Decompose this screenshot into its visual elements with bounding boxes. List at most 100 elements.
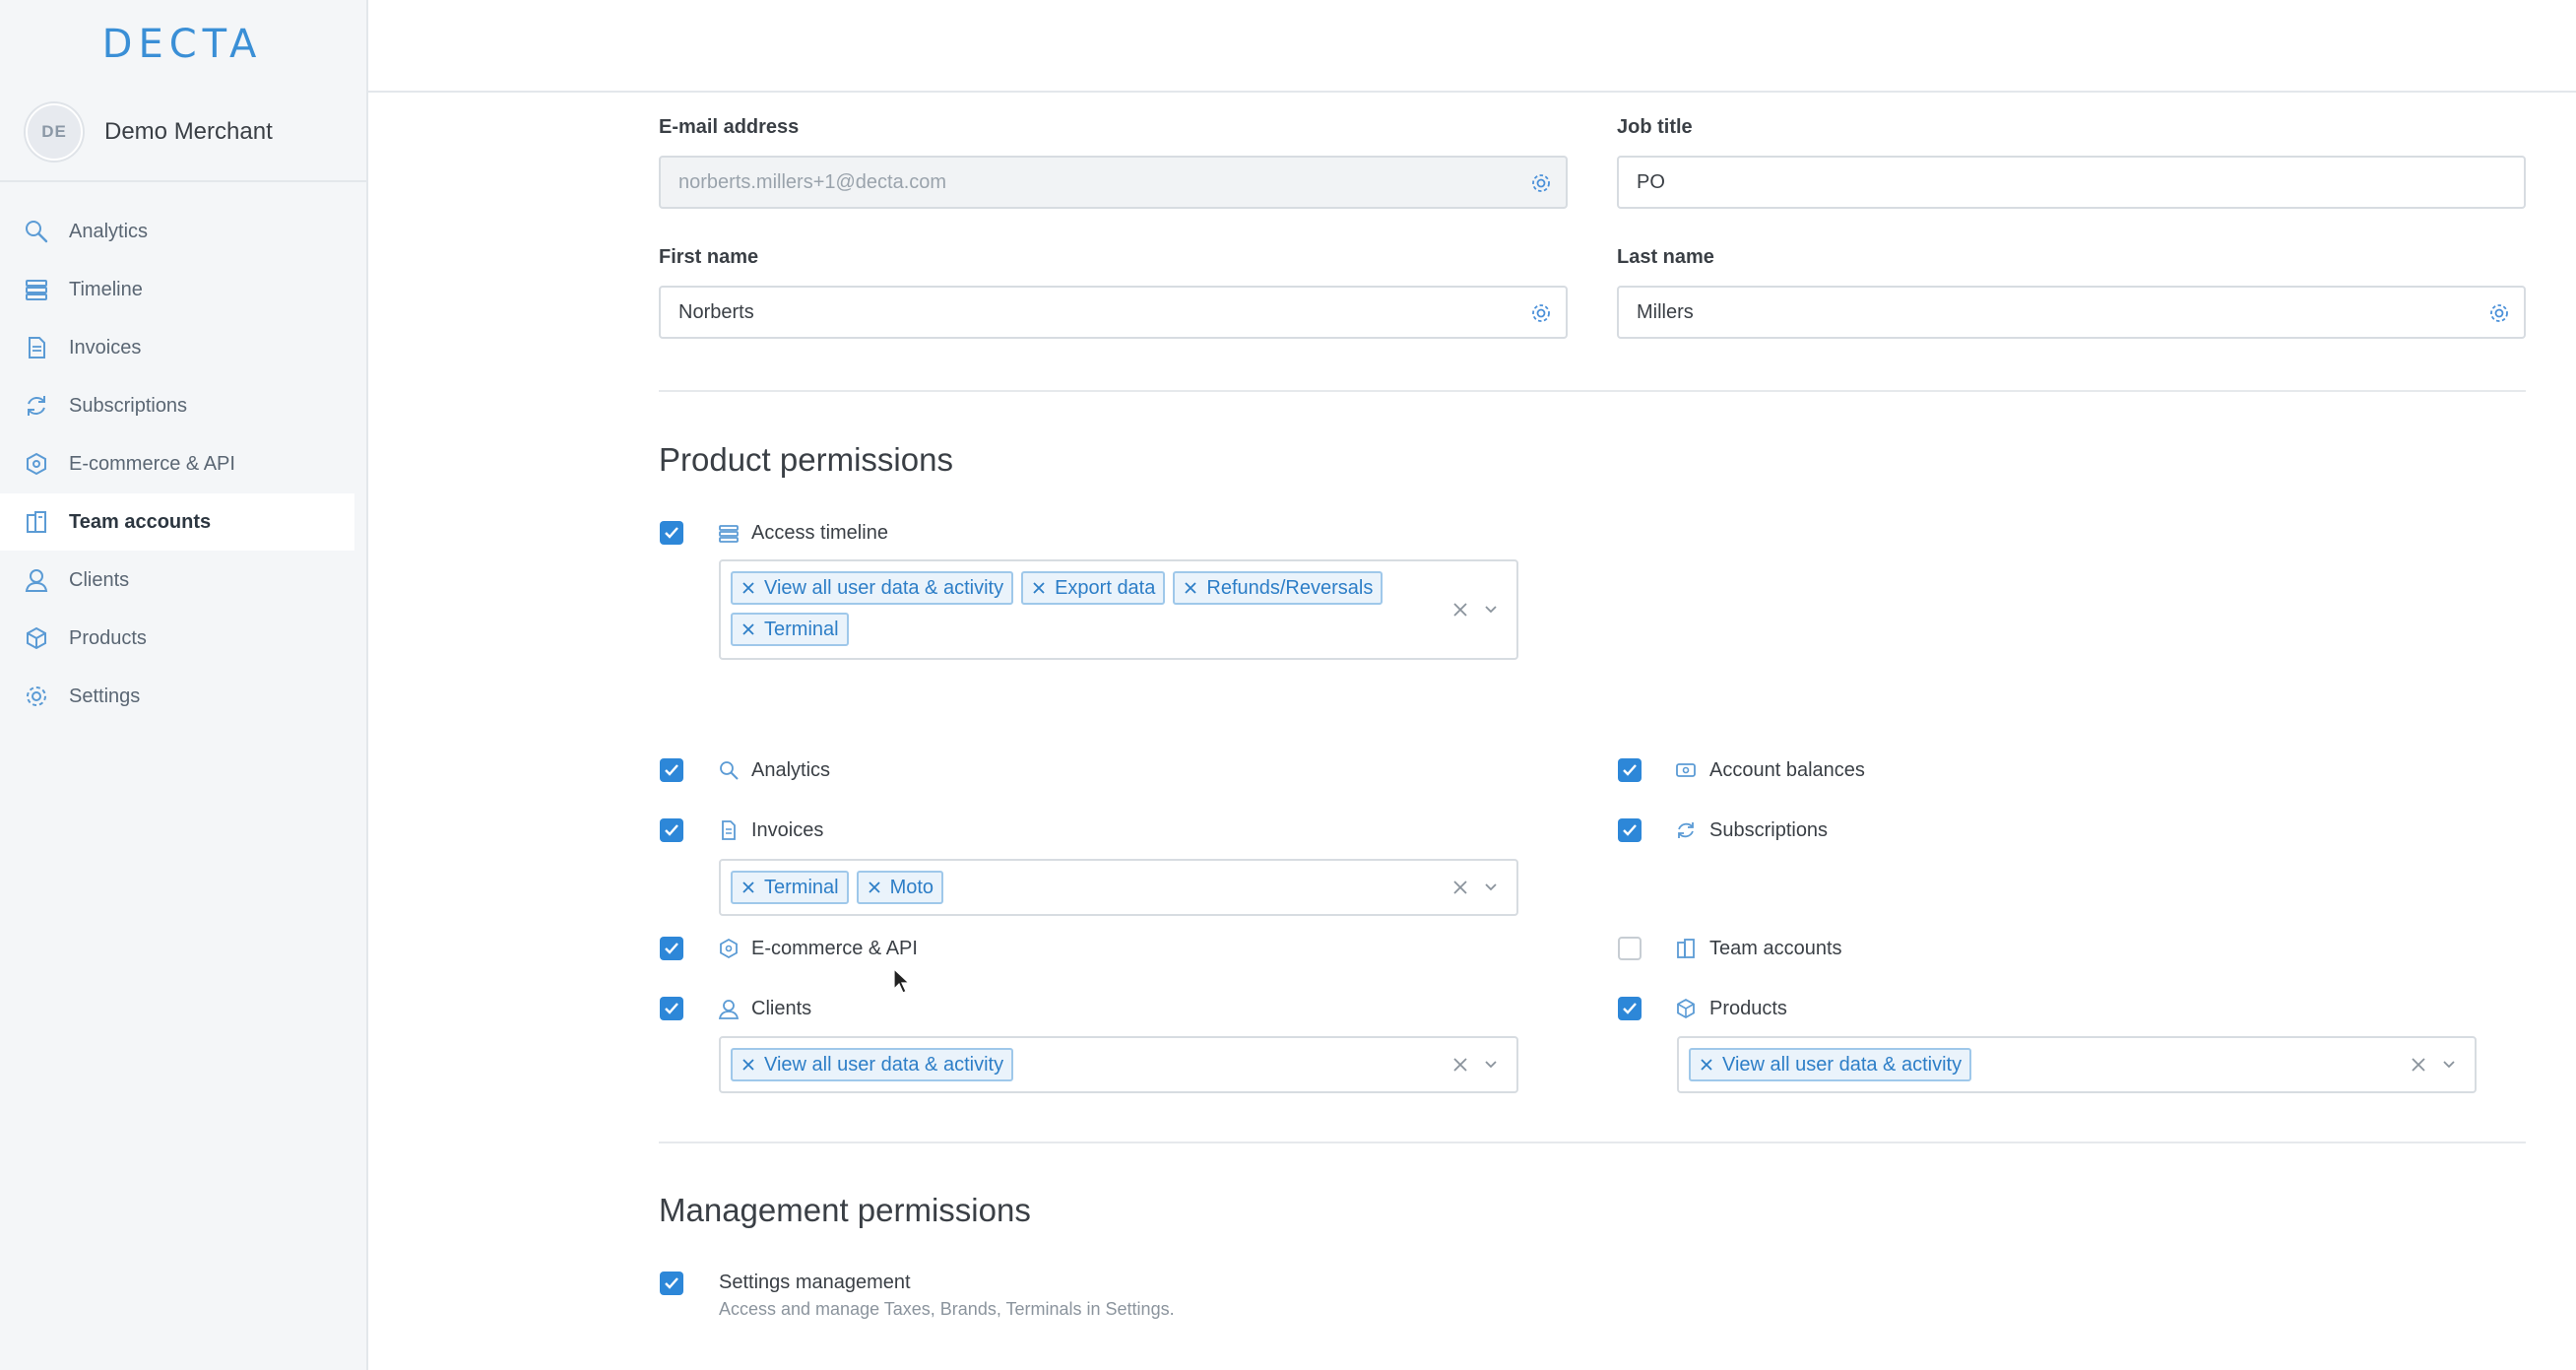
wallet-icon: [1676, 763, 1696, 777]
user-icon: [718, 1000, 740, 1019]
remove-tag-icon[interactable]: [1699, 1057, 1714, 1073]
first-name-label: First name: [659, 246, 759, 268]
gear-icon: [1532, 304, 1550, 322]
check-icon: [665, 527, 678, 539]
last-name-label: Last name: [1617, 246, 1714, 268]
job-title-field[interactable]: PO: [1617, 156, 2526, 209]
account-balances-label: Account balances: [1709, 759, 1865, 781]
first-name-value: Norberts: [678, 300, 754, 323]
sidebar-item-label: Clients: [69, 568, 130, 591]
sidebar-item-settings[interactable]: Settings: [0, 668, 366, 725]
mouse-cursor-icon: [893, 967, 910, 994]
last-name-field[interactable]: Millers: [1617, 286, 2526, 339]
checkbox-invoices[interactable]: [660, 818, 683, 842]
sidebar: DECTA DE Demo Merchant Analytics Timelin…: [0, 0, 368, 1370]
tag-label: View all user data & activity: [764, 576, 1004, 599]
section-title-management-permissions: Management permissions: [659, 1192, 1031, 1228]
clear-icon[interactable]: [1451, 879, 1469, 896]
checkbox-analytics[interactable]: [660, 758, 683, 782]
products-select[interactable]: View all user data & activity: [1677, 1036, 2477, 1093]
products-label: Products: [1709, 998, 1787, 1019]
job-title-value: PO: [1637, 170, 1665, 193]
remove-tag-icon[interactable]: [741, 580, 756, 596]
sidebar-item-timeline[interactable]: Timeline: [0, 261, 366, 318]
checkbox-subscriptions[interactable]: [1618, 818, 1642, 842]
invoices-select[interactable]: Terminal Moto: [719, 859, 1518, 916]
sidebar-divider: [0, 180, 366, 182]
analytics-label: Analytics: [751, 759, 831, 781]
sidebar-item-label: Products: [69, 626, 147, 649]
sidebar-item-subscriptions[interactable]: Subscriptions: [0, 377, 366, 434]
last-name-value: Millers: [1637, 300, 1694, 323]
remove-tag-icon[interactable]: [741, 621, 756, 637]
remove-tag-icon[interactable]: [1031, 580, 1047, 596]
remove-tag-icon[interactable]: [1183, 580, 1198, 596]
tag-list: Terminal Moto: [731, 871, 1438, 904]
sidebar-item-ecommerce[interactable]: E-commerce & API: [0, 435, 366, 492]
sidebar-item-analytics[interactable]: Analytics: [0, 203, 366, 260]
sidebar-item-label: E-commerce & API: [69, 452, 235, 475]
checkbox-settings-management[interactable]: [660, 1272, 683, 1295]
tag: View all user data & activity: [731, 571, 1014, 605]
tag: Terminal: [731, 613, 849, 646]
merchant-name: Demo Merchant: [104, 118, 273, 145]
avatar: DE: [26, 103, 83, 161]
sidebar-item-label: Analytics: [69, 220, 149, 242]
check-icon: [665, 764, 678, 776]
tag-label: View all user data & activity: [1722, 1053, 1963, 1076]
email-field[interactable]: norberts.millers+1@decta.com: [659, 156, 1568, 209]
access-timeline-label: Access timeline: [751, 522, 888, 544]
tag-label: Terminal: [764, 618, 839, 640]
sidebar-item-products[interactable]: Products: [0, 610, 366, 667]
clear-icon[interactable]: [1451, 1056, 1469, 1074]
remove-tag-icon[interactable]: [741, 880, 756, 895]
sidebar-item-label: Timeline: [69, 278, 143, 300]
first-name-field[interactable]: Norberts: [659, 286, 1568, 339]
settings-management-description: Access and manage Taxes, Brands, Termina…: [719, 1299, 1175, 1319]
sidebar-nav: Analytics Timeline Invoices Subscription…: [0, 203, 366, 726]
refresh-icon: [28, 396, 45, 416]
decta-logo[interactable]: DECTA: [91, 18, 274, 73]
email-value: norberts.millers+1@decta.com: [678, 170, 947, 193]
checkbox-ecommerce[interactable]: [660, 937, 683, 960]
sidebar-item-label: Invoices: [69, 336, 142, 359]
checkbox-team-accounts[interactable]: [1618, 937, 1642, 960]
tag-label: Terminal: [764, 876, 839, 898]
chevron-down-icon[interactable]: [1483, 881, 1499, 893]
search-icon: [720, 761, 739, 780]
tag: View all user data & activity: [1689, 1048, 1972, 1081]
remove-tag-icon[interactable]: [867, 880, 882, 895]
timeline-icon: [719, 525, 739, 543]
remove-tag-icon[interactable]: [741, 1057, 756, 1073]
box-icon: [27, 626, 46, 650]
tag-label: Refunds/Reversals: [1206, 576, 1374, 599]
refresh-icon: [1678, 822, 1694, 838]
sidebar-item-invoices[interactable]: Invoices: [0, 319, 366, 376]
sidebar-item-label: Settings: [69, 685, 141, 707]
team-icon: [1677, 939, 1695, 958]
sidebar-item-clients[interactable]: Clients: [0, 552, 366, 609]
merchant-switcher[interactable]: DE Demo Merchant: [26, 103, 273, 161]
check-icon: [1623, 824, 1637, 836]
chevron-down-icon[interactable]: [1483, 1059, 1499, 1071]
checkbox-access-timeline[interactable]: [660, 521, 683, 545]
checkbox-products[interactable]: [1618, 997, 1642, 1020]
checkbox-account-balances[interactable]: [1618, 758, 1642, 782]
checkbox-clients[interactable]: [660, 997, 683, 1020]
sidebar-item-team-accounts[interactable]: Team accounts: [0, 493, 354, 551]
job-title-label: Job title: [1617, 116, 1693, 138]
clients-select[interactable]: View all user data & activity: [719, 1036, 1518, 1093]
clear-icon[interactable]: [2410, 1056, 2427, 1074]
check-icon: [1623, 764, 1637, 776]
check-icon: [665, 1003, 678, 1014]
chevron-down-icon[interactable]: [2441, 1059, 2457, 1071]
access-timeline-select[interactable]: View all user data & activity Export dat…: [719, 559, 1518, 660]
invoices-label: Invoices: [751, 819, 824, 841]
clear-icon[interactable]: [1451, 601, 1469, 619]
box-icon: [1677, 998, 1695, 1019]
tag-label: Moto: [889, 876, 934, 898]
tag: Moto: [856, 871, 944, 904]
chevron-down-icon[interactable]: [1483, 604, 1499, 616]
document-icon: [722, 820, 736, 840]
check-icon: [665, 824, 678, 836]
